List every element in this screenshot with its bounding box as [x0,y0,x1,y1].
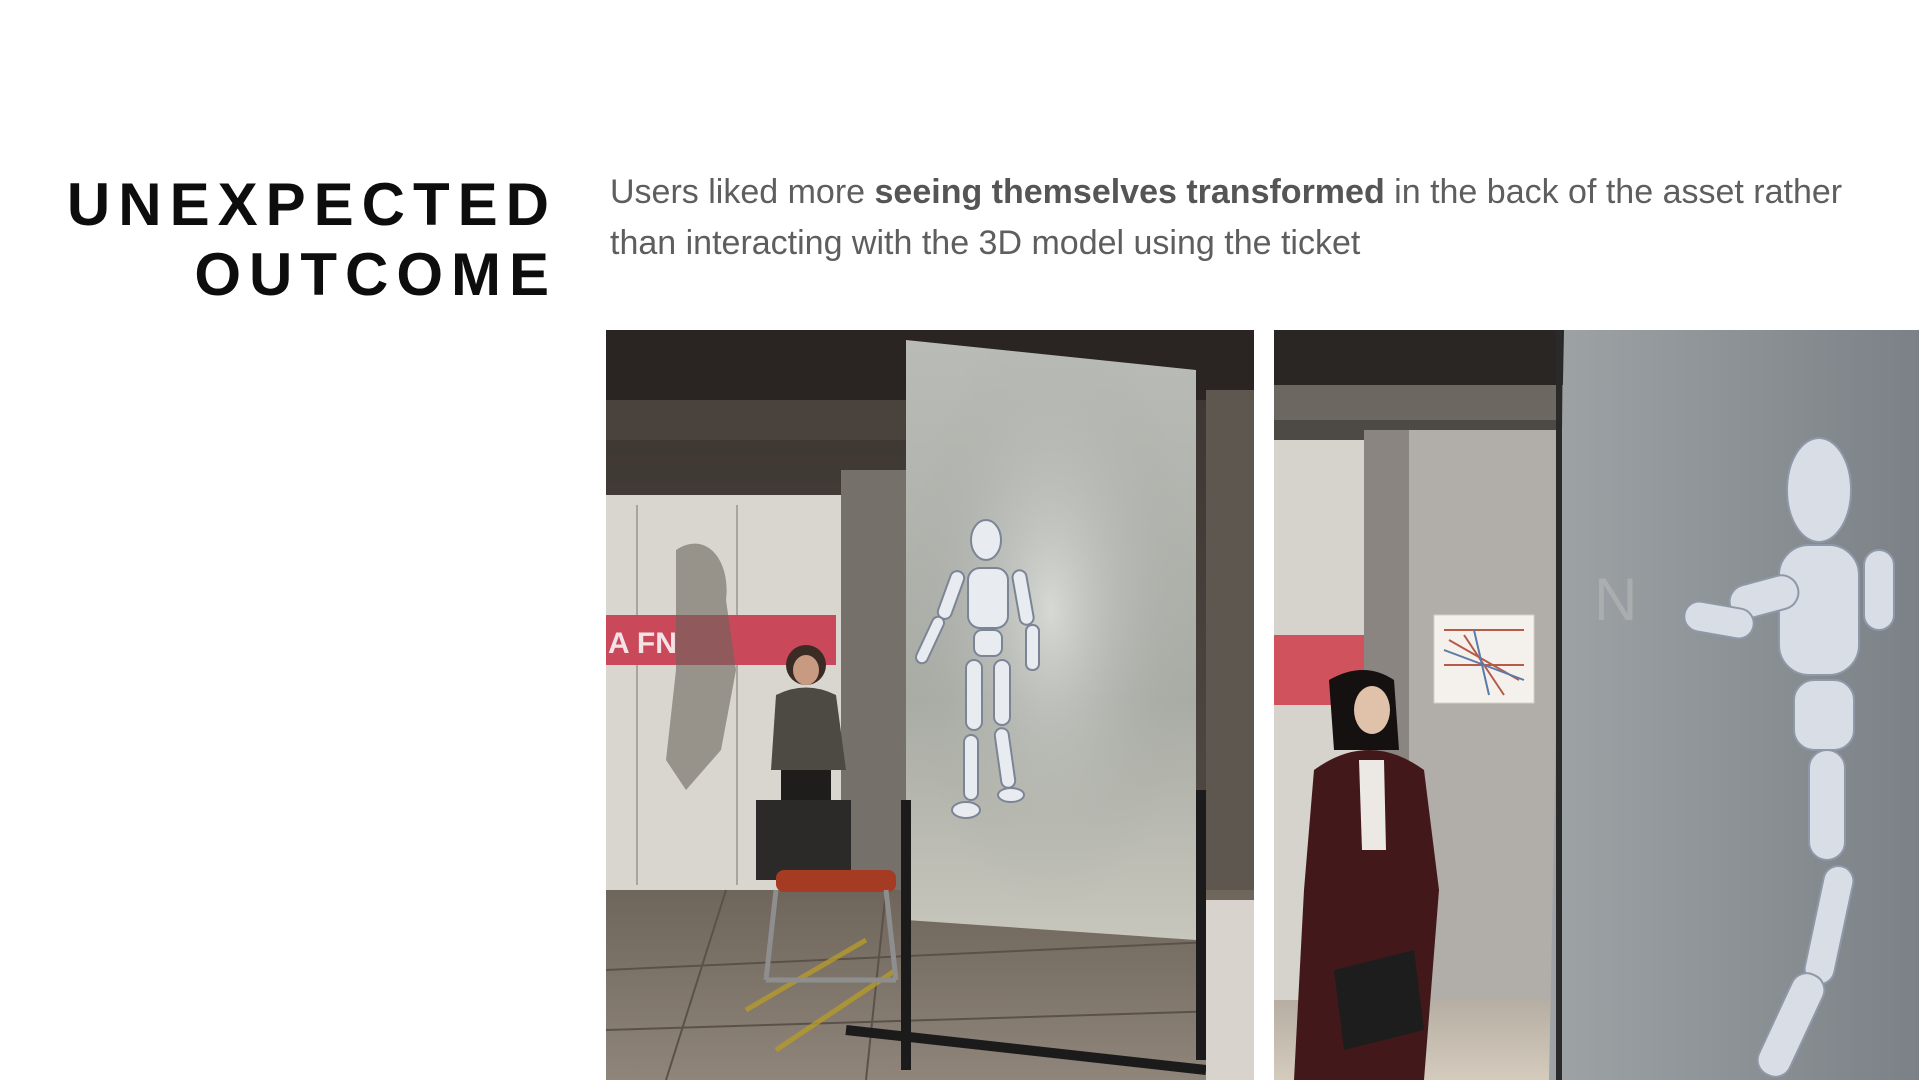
title-line-1: UNEXPECTED [66,171,557,238]
photo-2-illustration: N [1274,330,1919,1080]
sign-text: A FN [608,627,677,660]
photo-woman-in-coat-with-projection: N [1274,330,1919,1080]
title-line-2: OUTCOME [194,241,557,308]
photo-woman-with-projection-screen: A FN [606,330,1254,1080]
screen-sign-text: N [1594,566,1637,633]
slide-description: Users liked more seeing themselves trans… [610,167,1870,269]
photo-1-illustration: A FN [606,330,1254,1080]
description-emphasis: seeing themselves transformed [874,173,1385,211]
slide-title: UNEXPECTED OUTCOME [40,170,557,310]
description-text-before: Users liked more [610,173,875,211]
